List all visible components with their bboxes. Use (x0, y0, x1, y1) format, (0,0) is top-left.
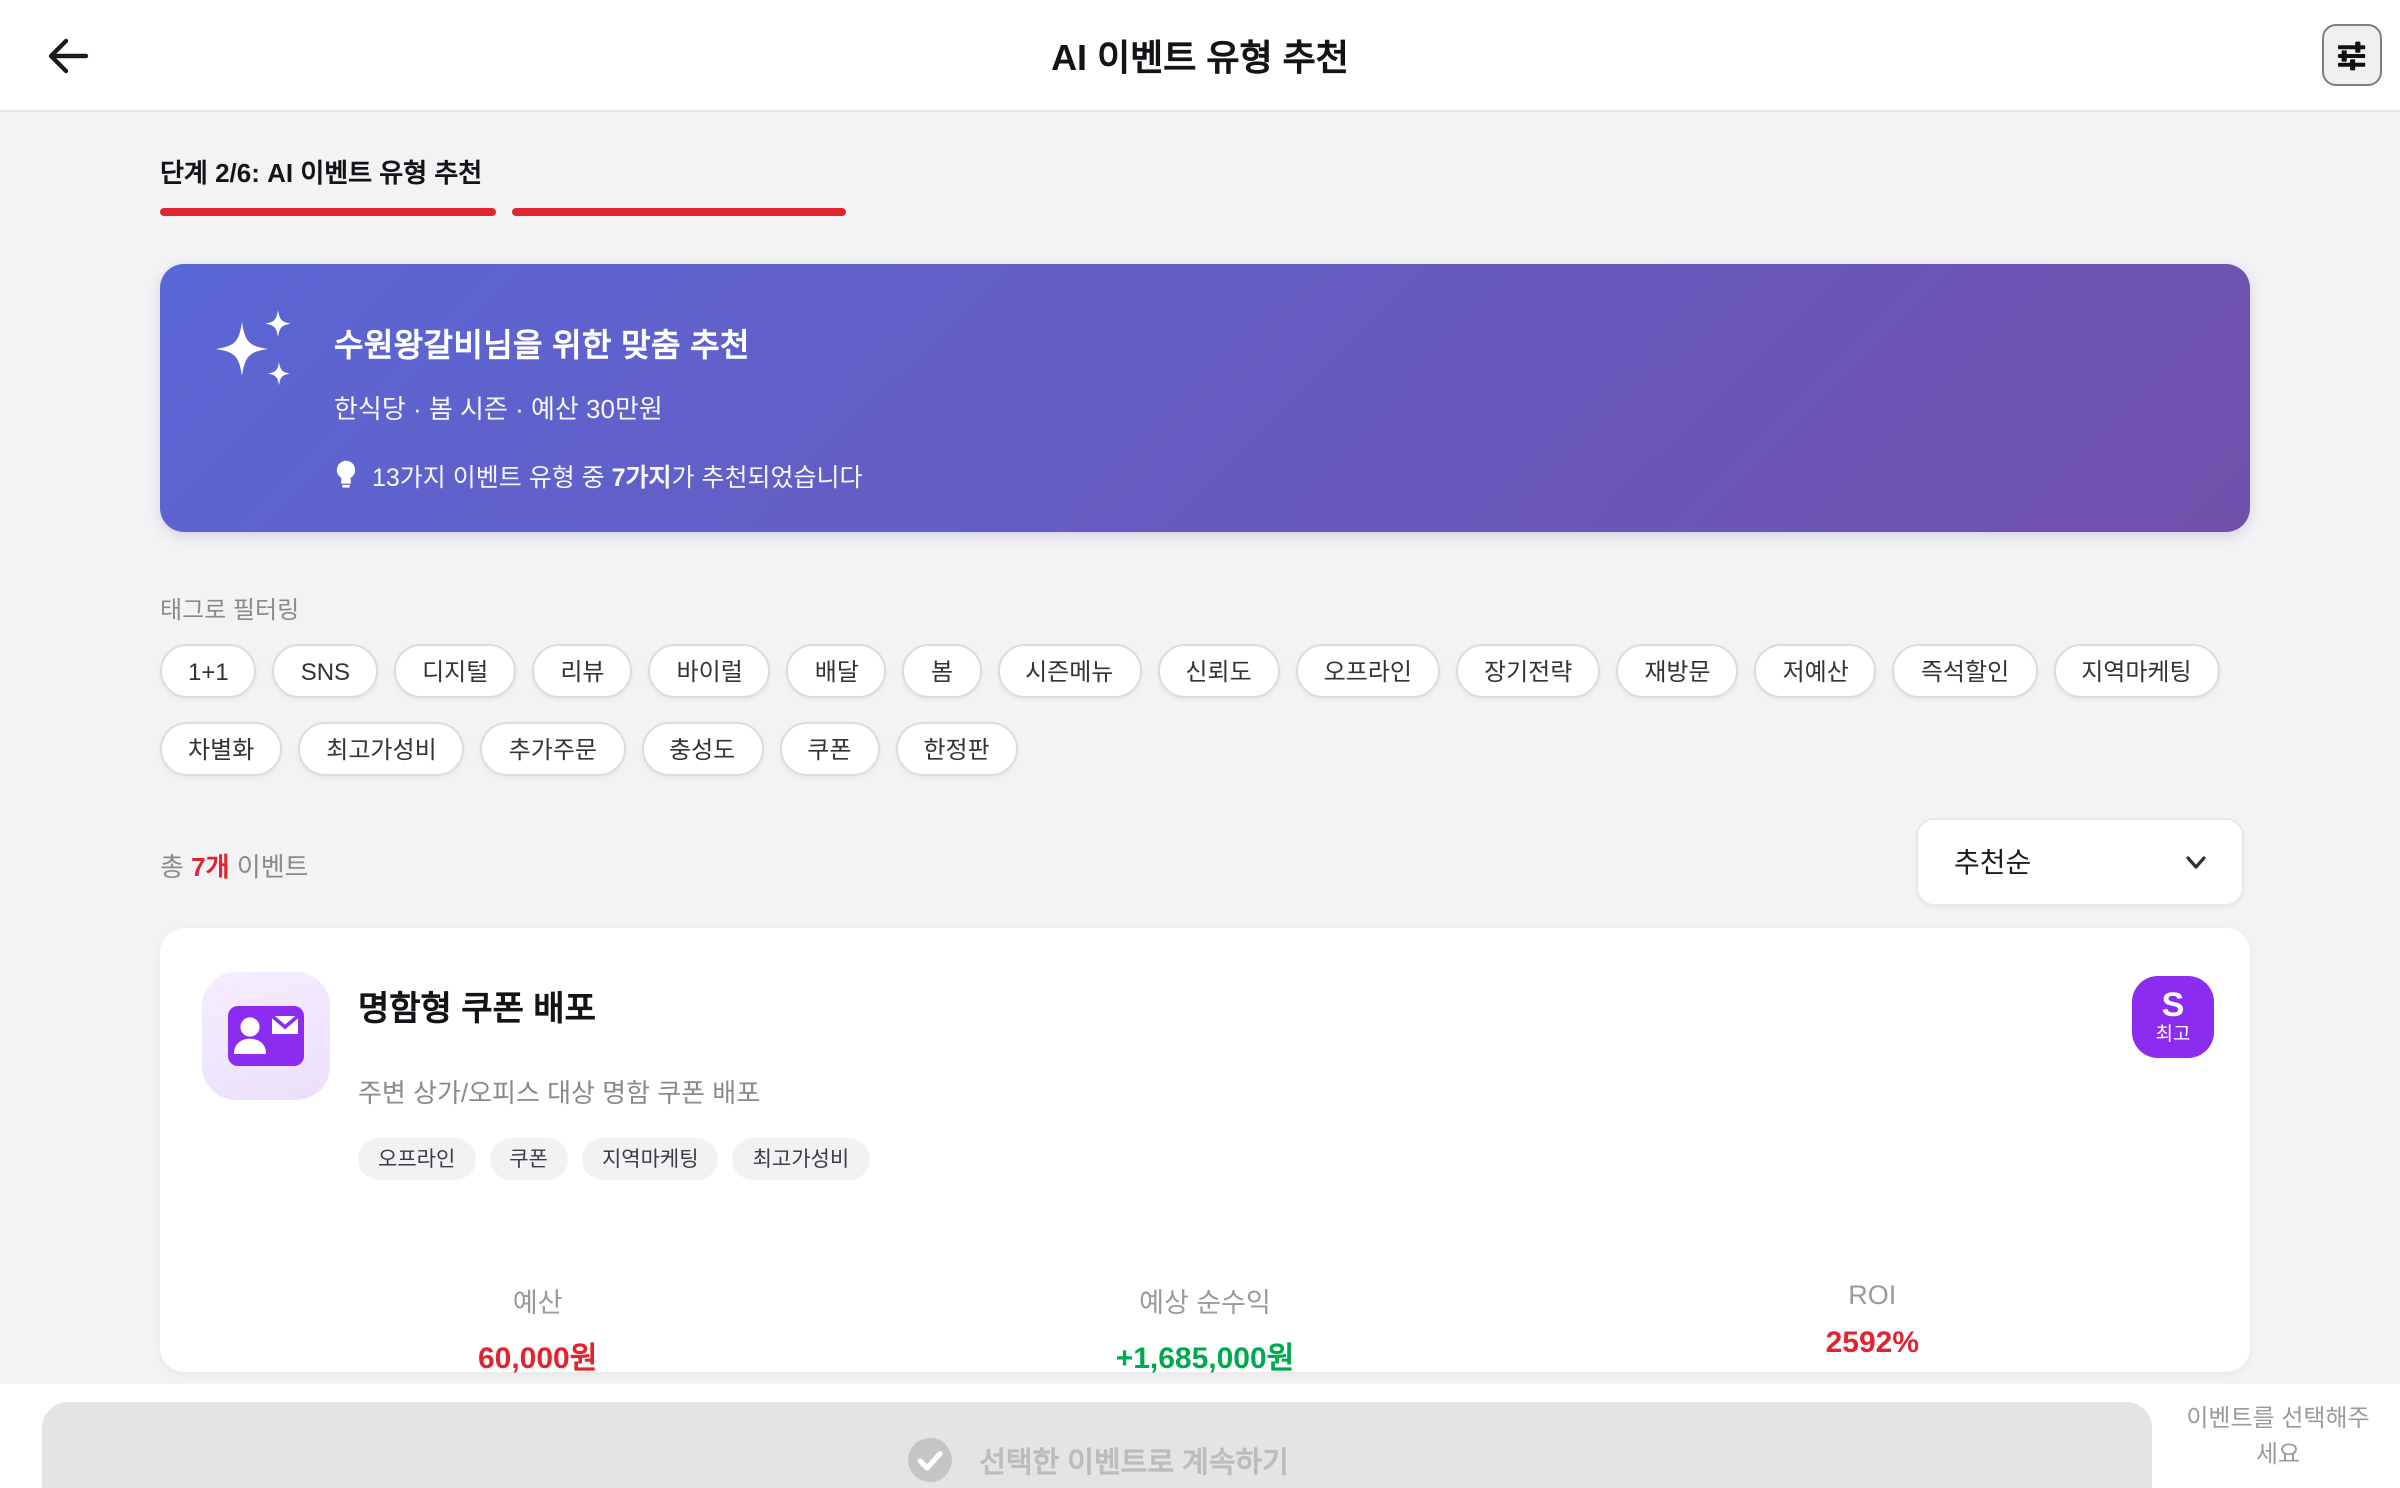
filter-tag-chip[interactable]: 장기전략 (1456, 644, 1601, 698)
sort-dropdown-value: 추천순 (1954, 846, 2032, 878)
filter-tag-chip[interactable]: 재방문 (1616, 644, 1739, 698)
selection-hint-line2: 세요 (2255, 1440, 2301, 1468)
event-card-icon-container (202, 972, 330, 1100)
progress-segment (160, 208, 495, 216)
event-card-tag: 오프라인 (358, 1138, 476, 1180)
banner-note: 13가지 이벤트 유형 중 7가지가 추천되었습니다 (334, 456, 862, 494)
filter-tag-chip[interactable]: 리뷰 (532, 644, 633, 698)
filter-tag-chip[interactable]: 배달 (786, 644, 887, 698)
event-card-stats: 예산 60,000원 예상 순수익 +1,685,000원 ROI 2592% (204, 1280, 2206, 1378)
banner-subtitle: 한식당 · 봄 시즌 · 예산 30만원 (334, 394, 663, 424)
event-card-description: 주변 상가/오피스 대상 명함 쿠폰 배포 (358, 1078, 761, 1108)
stat-value: 2592% (1825, 1326, 1920, 1360)
filter-tag-chip[interactable]: 저예산 (1754, 644, 1877, 698)
selection-hint-line1: 이벤트를 선택해주 (2186, 1404, 2370, 1432)
filter-tag-chip[interactable]: 신뢰도 (1157, 644, 1280, 698)
stat-label: 예상 순수익 (1139, 1288, 1271, 1318)
progress-segment (511, 208, 846, 216)
app-root: AI 이벤트 유형 추천 단계 2/6: AI 이벤트 유형 추천 수원왕갈비님… (0, 0, 2400, 1488)
contact-card-icon (228, 1006, 304, 1066)
stat-label: ROI (1848, 1280, 1897, 1310)
filter-tag-chip[interactable]: 디지털 (394, 644, 517, 698)
continue-button[interactable]: 선택한 이벤트로 계속하기 (42, 1402, 2152, 1488)
stat-label: 예산 (512, 1288, 563, 1318)
selection-hint: 이벤트를 선택해주 세요 (2160, 1400, 2396, 1472)
filter-tag-chip[interactable]: 충성도 (641, 722, 764, 776)
app-scale-layer: AI 이벤트 유형 추천 단계 2/6: AI 이벤트 유형 추천 수원왕갈비님… (0, 0, 2400, 1488)
filter-tag-chip[interactable]: 즉석할인 (1892, 644, 2038, 698)
progress-segment (1213, 208, 1548, 216)
progress-bar (160, 208, 2250, 216)
filter-tag-chip[interactable]: 한정판 (895, 722, 1018, 776)
step-label: 단계 2/6: AI 이벤트 유형 추천 (160, 158, 483, 188)
grade-badge-grade: S (2161, 986, 2185, 1025)
filter-tag-chip[interactable]: 봄 (902, 644, 982, 698)
filter-tag-list: 1+1 SNS 디지털 리뷰 바이럴 배달 봄 시즌메뉴 신뢰도 오프라인 장기전략 재방문 저예산 즉석… (160, 644, 2260, 776)
chevron-down-icon (2186, 856, 2206, 869)
filter-tag-chip[interactable]: 쿠폰 (779, 722, 880, 776)
progress-segment (1915, 208, 2250, 216)
event-card-stat: 예상 순수익 +1,685,000원 (871, 1280, 1538, 1378)
filter-tag-chip[interactable]: 차별화 (160, 722, 283, 776)
header-bar: AI 이벤트 유형 추천 (0, 0, 2400, 112)
grade-badge-label: 최고 (2155, 1024, 2191, 1047)
event-card-title: 명함형 쿠폰 배포 (358, 990, 596, 1028)
filter-tag-chip[interactable]: 바이럴 (648, 644, 771, 698)
event-count-number: 7개 (191, 852, 230, 882)
banner-note-text: 13가지 이벤트 유형 중 7가지가 추천되었습니다 (372, 464, 863, 492)
filter-tag-chip[interactable]: 시즌메뉴 (997, 644, 1142, 698)
recommendation-banner: 수원왕갈비님을 위한 맞춤 추천 한식당 · 봄 시즌 · 예산 30만원 13… (160, 264, 2250, 532)
tune-sliders-icon (2338, 40, 2366, 70)
footer-bar: 선택한 이벤트로 계속하기 이벤트를 선택해주 세요 (0, 1384, 2400, 1488)
event-card-tag: 최고가성비 (732, 1138, 870, 1180)
sort-dropdown[interactable]: 추천순 (1916, 818, 2244, 906)
filter-tag-chip[interactable]: SNS (272, 644, 379, 698)
event-card-tag: 쿠폰 (489, 1138, 568, 1180)
filter-tag-chip[interactable]: 추가주문 (480, 722, 625, 776)
filter-tag-chip[interactable]: 1+1 (160, 644, 257, 698)
check-circle-icon (907, 1438, 952, 1482)
filter-section-label: 태그로 필터링 (160, 596, 300, 624)
event-card[interactable]: 명함형 쿠폰 배포 주변 상가/오피스 대상 명함 쿠폰 배포 오프라인 쿠폰 지역… (160, 928, 2250, 1376)
sparkles-icon (216, 310, 291, 386)
page-title: AI 이벤트 유형 추천 (1051, 38, 1349, 78)
stat-value: 60,000원 (477, 1342, 598, 1376)
progress-segment (1564, 208, 1899, 216)
stat-value: +1,685,000원 (1115, 1342, 1295, 1376)
filter-tag-chip[interactable]: 최고가성비 (298, 722, 465, 776)
progress-segment (862, 208, 1197, 216)
grade-badge: S 최고 (2132, 976, 2214, 1058)
event-card-tag: 지역마케팅 (581, 1138, 719, 1180)
filter-tag-chip[interactable]: 지역마케팅 (2053, 644, 2220, 698)
event-card-stat: 예산 60,000원 (204, 1280, 871, 1378)
banner-title: 수원왕갈비님을 위한 맞춤 추천 (334, 330, 750, 364)
continue-button-label: 선택한 이벤트로 계속하기 (979, 1447, 1289, 1479)
event-card-tag-list: 오프라인 쿠폰 지역마케팅 최고가성비 (358, 1138, 870, 1180)
event-count: 총 7개 이벤트 (160, 852, 309, 882)
event-card-stat: ROI 2592% (1539, 1280, 2206, 1378)
filter-settings-button[interactable] (2322, 24, 2382, 86)
filter-tag-chip[interactable]: 오프라인 (1295, 644, 1440, 698)
lightbulb-icon (336, 460, 356, 488)
